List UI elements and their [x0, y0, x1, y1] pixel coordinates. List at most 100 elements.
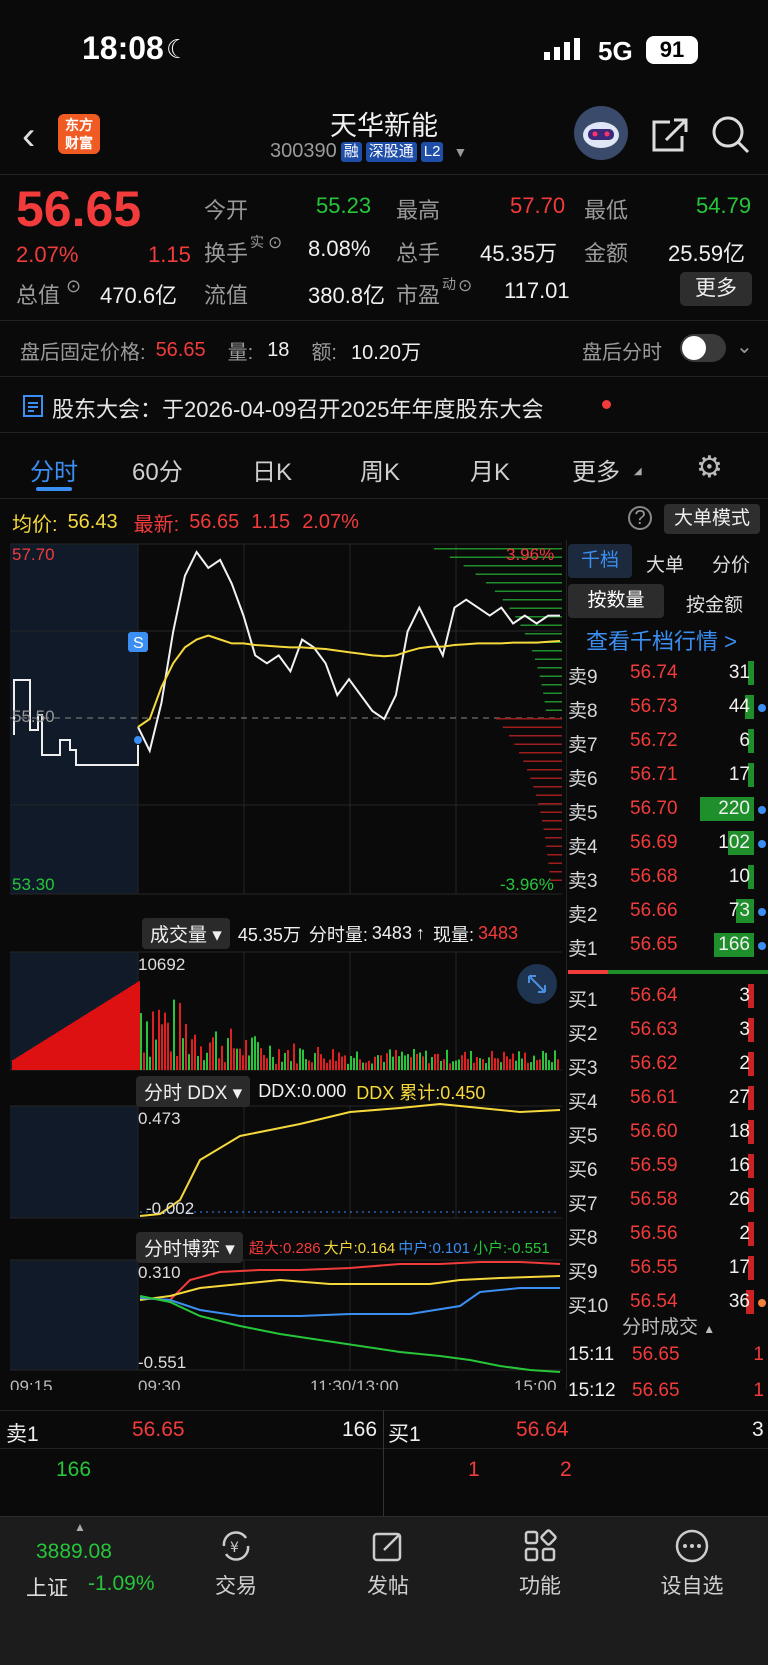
- tab-more[interactable]: 更多: [572, 452, 620, 487]
- ask-level-row[interactable]: 卖5 56.70 220: [568, 792, 768, 826]
- volume-bar: [347, 1063, 349, 1070]
- notice-dot: [602, 400, 611, 409]
- volume-bar: [554, 1050, 556, 1070]
- volume-header: 成交量 ▾ 45.35万 分时量: 3483 ↑ 现量: 3483: [142, 918, 518, 949]
- index-name[interactable]: 上证: [26, 1572, 68, 1602]
- nav-functions[interactable]: 功能: [480, 1528, 600, 1600]
- tab-60min[interactable]: 60分: [132, 452, 183, 487]
- mcap-label: 总值: [16, 283, 61, 308]
- volume-bar: [506, 1056, 508, 1070]
- bid-level-row[interactable]: 买8 56.56 2: [568, 1217, 768, 1251]
- ask-level-row[interactable]: 卖4 56.69 102: [568, 826, 768, 860]
- level-volume: 36: [728, 1291, 750, 1312]
- volume-bar: [18, 1056, 20, 1070]
- tab-big-orders[interactable]: 大单: [646, 550, 684, 577]
- ask-level-row[interactable]: 卖8 56.73 44: [568, 690, 768, 724]
- ask-level-row[interactable]: 卖2 56.66 73: [568, 894, 768, 928]
- amount-label: 金额: [584, 241, 629, 266]
- level-label: 买10: [568, 1296, 609, 1317]
- bid-level-row[interactable]: 买3 56.62 2: [568, 1047, 768, 1081]
- share-icon[interactable]: [650, 116, 690, 159]
- nav-watchlist[interactable]: 设自选: [632, 1528, 752, 1600]
- bid-level-row[interactable]: 买2 56.63 3: [568, 1013, 768, 1047]
- level-volume: 26: [728, 1189, 750, 1210]
- ask-level-row[interactable]: 卖3 56.68 10: [568, 860, 768, 894]
- level-volume: 17: [728, 1257, 750, 1278]
- bid-level-row[interactable]: 买6 56.59 16: [568, 1149, 768, 1183]
- volume-bar: [440, 1061, 442, 1070]
- tab-monthly[interactable]: 月K: [470, 452, 510, 487]
- volume-bar: [257, 1042, 259, 1070]
- volume-bar: [515, 1060, 517, 1070]
- volume-bar: [296, 1063, 298, 1070]
- pe-info-icon[interactable]: ⊙: [458, 276, 472, 296]
- tab-price-distribution[interactable]: 分价: [712, 550, 750, 577]
- tab-underline: [36, 487, 72, 491]
- bid-level-row[interactable]: 买9 56.55 17: [568, 1251, 768, 1285]
- volume-bar: [64, 1027, 66, 1070]
- by-amount-button[interactable]: 按金额: [686, 590, 743, 617]
- volume-value: 45.35万: [480, 241, 558, 266]
- volume-bar: [401, 1051, 403, 1070]
- volume-bar: [132, 985, 134, 1070]
- volume-bar: [482, 1059, 484, 1070]
- trades-title[interactable]: 分时成交 ▲: [622, 1312, 715, 1339]
- tab-daily[interactable]: 日K: [252, 452, 292, 487]
- volume-bar: [419, 1052, 421, 1070]
- level-dot-icon: [758, 840, 766, 848]
- info-icon[interactable]: ⊙: [66, 276, 81, 297]
- volume-bar: [227, 1038, 229, 1070]
- ask-level-row[interactable]: 卖7 56.72 6: [568, 724, 768, 758]
- volume-bar: [206, 1052, 208, 1070]
- settings-gear-icon[interactable]: ⚙: [696, 450, 723, 485]
- avatar[interactable]: [574, 106, 628, 160]
- volume-panel-select[interactable]: 成交量 ▾: [142, 918, 230, 949]
- volume-bar: [122, 991, 124, 1070]
- volume-bar: [332, 1049, 334, 1070]
- depth-bar: [537, 667, 562, 669]
- index-pct[interactable]: -1.09%: [88, 1572, 155, 1596]
- svg-text:S: S: [133, 635, 144, 652]
- start-marker: [134, 736, 142, 744]
- after-hours-toggle[interactable]: [680, 334, 726, 362]
- ask-level-row[interactable]: 卖9 56.74 31: [568, 656, 768, 690]
- bid-level-row[interactable]: 买4 56.61 27: [568, 1081, 768, 1115]
- volume-bar: [16, 1057, 18, 1070]
- volume-bar: [263, 1054, 265, 1070]
- volume-bar: [82, 1016, 84, 1070]
- level-label: 卖2: [568, 905, 598, 926]
- bid-level-row[interactable]: 买1 56.64 3: [568, 979, 768, 1013]
- game-panel-select[interactable]: 分时博弈 ▾: [136, 1232, 243, 1263]
- stock-meta[interactable]: 300390 融 深股通 L2 ▼: [270, 140, 467, 163]
- volume-bar: [48, 1037, 50, 1070]
- volume-bar: [20, 1055, 22, 1070]
- help-icon[interactable]: ?: [628, 506, 652, 530]
- nav-post[interactable]: 发帖: [328, 1528, 448, 1600]
- more-button[interactable]: 更多: [680, 272, 752, 306]
- tab-weekly[interactable]: 周K: [360, 452, 400, 487]
- turnover-info-icon[interactable]: ⊙: [268, 233, 282, 253]
- search-icon[interactable]: [710, 114, 752, 161]
- volume-bar: [74, 1021, 76, 1070]
- tab-depth[interactable]: 千档: [568, 544, 632, 578]
- index-value[interactable]: 3889.08: [36, 1540, 112, 1564]
- bid-level-row[interactable]: 买7 56.58 26: [568, 1183, 768, 1217]
- view-depth-link[interactable]: 查看千档行情 >: [586, 624, 737, 656]
- notice-text[interactable]: 股东大会：于2026-04-09召开2025年年度股东大会: [52, 392, 543, 424]
- nav-trade[interactable]: ¥ 交易: [176, 1528, 296, 1600]
- ask-level-row[interactable]: 卖1 56.65 166: [568, 928, 768, 962]
- ask-level-row[interactable]: 卖6 56.71 17: [568, 758, 768, 792]
- y-max-label: 57.70: [12, 545, 55, 564]
- level-label: 买9: [568, 1262, 598, 1283]
- volume-bar: [80, 1017, 82, 1070]
- status-time: 18:08: [82, 30, 164, 66]
- depth-bar: [545, 837, 562, 839]
- tab-intraday[interactable]: 分时: [30, 452, 78, 487]
- by-quantity-button[interactable]: 按数量: [568, 584, 664, 618]
- edit-icon: [372, 1532, 402, 1562]
- chevron-down-icon[interactable]: ⌄: [736, 334, 753, 359]
- volume-bar: [212, 1037, 214, 1070]
- big-order-mode-button[interactable]: 大单模式: [664, 504, 760, 534]
- bid-level-row[interactable]: 买5 56.60 18: [568, 1115, 768, 1149]
- ddx-panel-select[interactable]: 分时 DDX ▾: [136, 1076, 251, 1107]
